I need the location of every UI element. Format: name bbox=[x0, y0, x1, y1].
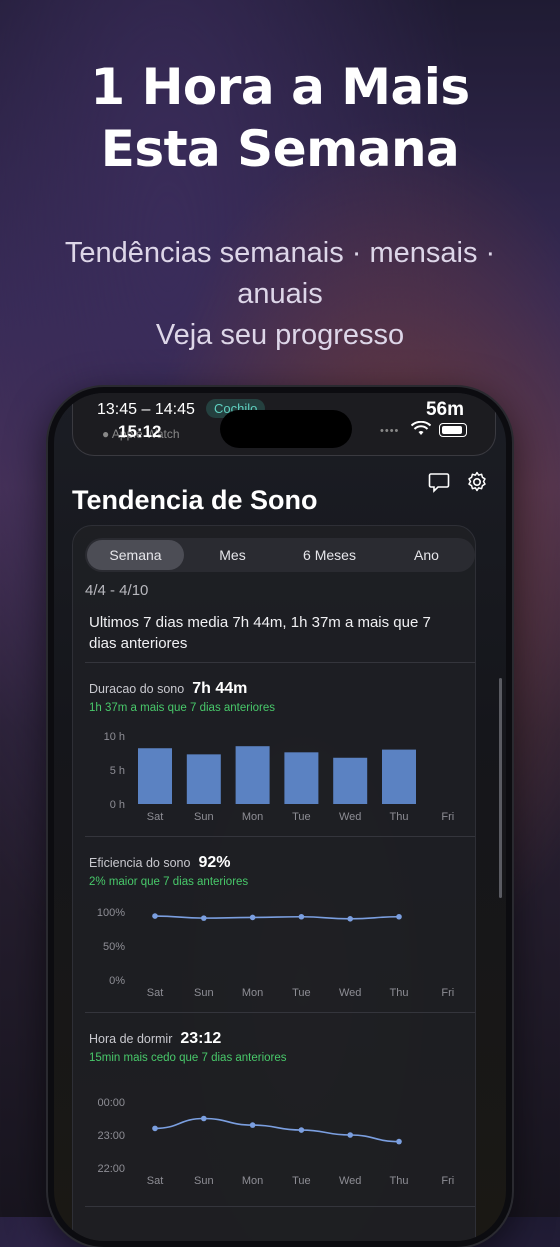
x-tick-label: Wed bbox=[339, 1175, 361, 1187]
tab-month[interactable]: Mes bbox=[184, 538, 281, 572]
series-line bbox=[154, 1117, 400, 1143]
efficiency-line-chart: 100% 50% 0% Sat Sun Mon Tue Wed Thu Fri bbox=[97, 907, 454, 999]
x-tick-label: Mon bbox=[242, 987, 263, 999]
x-tick-label: Tue bbox=[292, 811, 311, 823]
data-point bbox=[201, 1115, 207, 1122]
x-tick-label: Wed bbox=[339, 987, 361, 999]
y-tick-label: 50% bbox=[103, 941, 125, 953]
x-tick-label: Sun bbox=[194, 1175, 214, 1187]
nap-duration: 56m bbox=[425, 399, 464, 420]
x-tick-label: Tue bbox=[292, 987, 311, 999]
battery-icon bbox=[439, 423, 467, 437]
page-title: Tendencia de Sono bbox=[72, 485, 318, 515]
bedtime-label: Hora de dormir bbox=[89, 1032, 173, 1046]
headline-line2: Esta Semana bbox=[100, 120, 460, 178]
duration-section-title: Duracao do sono 7h 44m bbox=[89, 680, 247, 698]
bar bbox=[186, 754, 221, 804]
headline-line1: 1 Hora a Mais bbox=[90, 58, 470, 116]
x-tick-label: Fri bbox=[441, 987, 454, 999]
data-point bbox=[347, 916, 354, 922]
x-tick-label: Tue bbox=[292, 1175, 311, 1187]
subheadline-line2: anuais bbox=[237, 278, 323, 310]
bedtime-line-chart: 00:00 23:00 22:00 Sat Sun Mon Tue Wed Thu Fri bbox=[97, 1097, 454, 1187]
x-tick-label: Sat bbox=[147, 811, 164, 823]
tab-6-months[interactable]: 6 Meses bbox=[281, 538, 378, 572]
data-point bbox=[249, 914, 256, 921]
bar bbox=[284, 752, 319, 804]
y-tick-label: 100% bbox=[97, 907, 125, 919]
x-tick-label: Fri bbox=[441, 1175, 454, 1187]
duration-label: Duracao do sono bbox=[89, 682, 185, 696]
trend-card: Semana Mes 6 Meses Ano 4/4 - 4/10 Ultimo… bbox=[72, 525, 476, 1241]
x-tick-label: Sun bbox=[194, 987, 214, 999]
y-tick-label: 22:00 bbox=[97, 1163, 125, 1175]
bar bbox=[235, 746, 270, 804]
period-segmented-control: Semana Mes 6 Meses Ano bbox=[85, 538, 475, 572]
x-tick-label: Thu bbox=[390, 1175, 409, 1187]
nap-time-range: 13:45 – 14:45 bbox=[97, 401, 195, 418]
data-point bbox=[298, 913, 305, 920]
bedtime-note: 15min mais cedo que 7 dias anteriores bbox=[89, 1052, 287, 1064]
bar bbox=[138, 748, 172, 804]
data-point bbox=[152, 913, 158, 919]
y-tick-label: 0 h bbox=[110, 799, 125, 811]
chat-icon[interactable] bbox=[428, 471, 450, 493]
bedtime-section-title: Hora de dormir 23:12 bbox=[89, 1030, 221, 1048]
subheadline: Tendências semanais · mensais · anuais V… bbox=[40, 233, 520, 356]
tab-year[interactable]: Ano bbox=[378, 538, 475, 572]
x-tick-label: Mon bbox=[242, 1175, 263, 1187]
data-point bbox=[396, 913, 402, 920]
date-range: 4/4 - 4/10 bbox=[85, 582, 149, 599]
x-tick-label: Sat bbox=[147, 1175, 164, 1187]
efficiency-section-title: Eficiencia do sono 92% bbox=[89, 854, 230, 872]
y-tick-label: 00:00 bbox=[97, 1097, 125, 1109]
data-point bbox=[396, 1138, 402, 1145]
weekly-summary: Ultimos 7 dias media 7h 44m, 1h 37m a ma… bbox=[89, 614, 431, 652]
efficiency-note: 2% maior que 7 dias anteriores bbox=[89, 876, 249, 888]
divider bbox=[85, 662, 475, 663]
bar bbox=[333, 757, 368, 804]
x-tick-label: Mon bbox=[242, 811, 263, 823]
x-tick-label: Sun bbox=[194, 811, 214, 823]
x-tick-label: Wed bbox=[339, 811, 361, 823]
data-point bbox=[347, 1132, 354, 1138]
scrollbar[interactable] bbox=[499, 678, 502, 898]
dynamic-island bbox=[220, 410, 352, 448]
divider bbox=[85, 1012, 475, 1013]
y-tick-label: 23:00 bbox=[97, 1130, 125, 1142]
phone-screen: 13:45 – 14:45 Cochilo 56m ● Apple Watch … bbox=[54, 393, 506, 1241]
subheadline-line3: Veja seu progresso bbox=[155, 319, 405, 351]
data-point bbox=[201, 915, 207, 921]
y-tick-label: 10 h bbox=[104, 731, 125, 743]
gear-icon[interactable] bbox=[466, 471, 488, 493]
data-point bbox=[298, 1127, 305, 1133]
watch-icon: ● bbox=[102, 427, 112, 441]
tab-week[interactable]: Semana bbox=[87, 540, 184, 570]
signal-icon: •••• bbox=[380, 425, 400, 437]
divider bbox=[85, 1206, 475, 1207]
efficiency-value: 92% bbox=[198, 854, 231, 871]
efficiency-label: Eficiencia do sono bbox=[89, 856, 191, 870]
bedtime-value: 23:12 bbox=[180, 1030, 222, 1047]
status-clock: 15:12 bbox=[118, 422, 162, 441]
y-tick-label: 0% bbox=[109, 975, 125, 987]
duration-bar-chart: 10 h 5 h 0 h Sat Sun Mon Tue Wed Thu Fri bbox=[104, 731, 455, 823]
divider bbox=[85, 836, 475, 837]
duration-value: 7h 44m bbox=[192, 680, 248, 697]
wifi-icon bbox=[411, 421, 431, 435]
phone-frame: 13:45 – 14:45 Cochilo 56m ● Apple Watch … bbox=[48, 387, 512, 1247]
x-tick-label: Thu bbox=[390, 987, 409, 999]
x-tick-label: Thu bbox=[390, 811, 409, 823]
subheadline-line1: Tendências semanais · mensais · bbox=[64, 237, 496, 269]
data-point bbox=[249, 1122, 256, 1128]
y-tick-label: 5 h bbox=[110, 765, 125, 777]
bar bbox=[382, 749, 416, 804]
header-actions bbox=[428, 471, 488, 493]
x-tick-label: Sat bbox=[147, 987, 164, 999]
x-tick-label: Fri bbox=[441, 811, 454, 823]
series-line bbox=[154, 915, 400, 920]
headline: 1 Hora a Mais Esta Semana bbox=[0, 56, 560, 180]
data-point bbox=[152, 1125, 158, 1132]
